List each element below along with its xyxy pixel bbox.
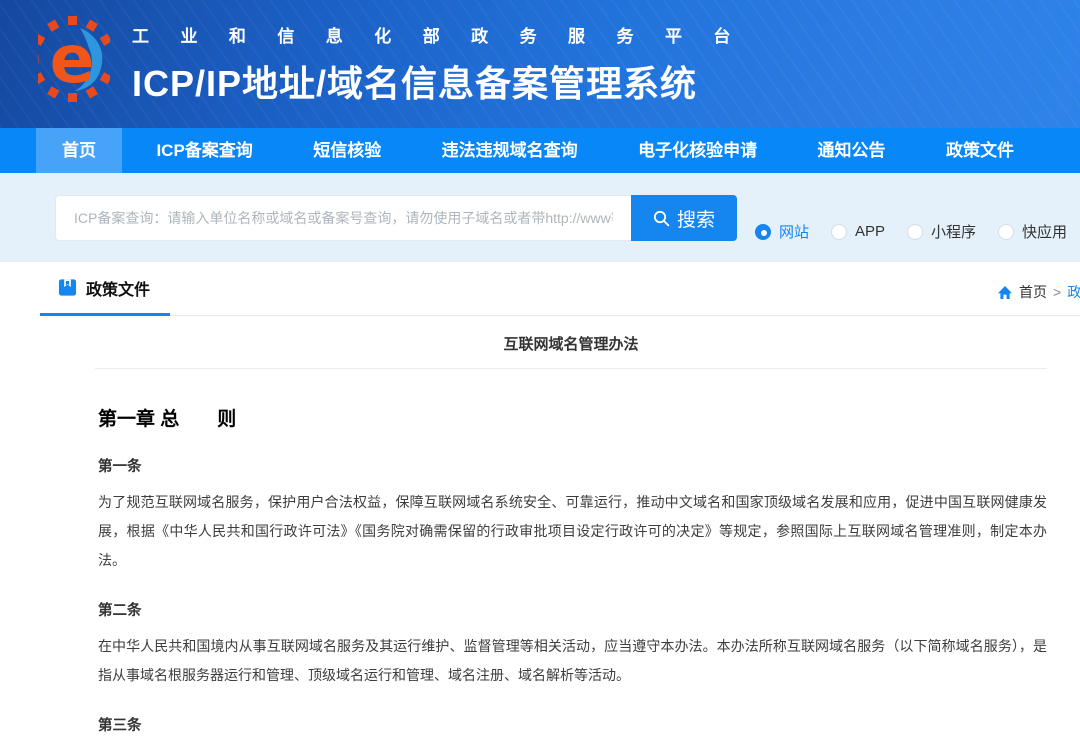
law-article-heading: 第一条 bbox=[98, 455, 1047, 476]
home-icon bbox=[997, 285, 1013, 300]
site-header: e 工业和信息化部政务服务平台 ICP/IP地址/域名信息备案管理系统 bbox=[0, 0, 1080, 128]
radio-unselected-icon bbox=[831, 224, 847, 240]
search-button[interactable]: 搜索 bbox=[631, 195, 737, 241]
title-divider bbox=[95, 368, 1047, 369]
chapter-heading: 第一章 总 则 bbox=[98, 404, 1047, 431]
search-section: 搜索 网站 APP 小程序 快应用 bbox=[0, 173, 1080, 262]
policy-article: 互联网域名管理办法 第一章 总 则 第一条 为了规范互联网域名服务，保护用户合法… bbox=[95, 316, 1080, 753]
section-header: 政策文件 首页 > 政策文件 bbox=[0, 262, 1080, 316]
breadcrumb-home-link[interactable]: 首页 bbox=[1019, 282, 1047, 302]
content-area: 政策文件 首页 > 政策文件 互联网域名管理办法 第一章 总 则 第一条 为了规… bbox=[0, 262, 1080, 753]
radio-option-miniprogram[interactable]: 小程序 bbox=[907, 221, 976, 242]
law-article-body: 在中华人民共和国境内从事互联网域名服务及其运行维护、监督管理等相关活动，应当遵守… bbox=[98, 632, 1047, 690]
radio-unselected-icon bbox=[998, 224, 1014, 240]
section-title: 政策文件 bbox=[86, 276, 150, 300]
radio-selected-icon bbox=[755, 224, 771, 240]
radio-option-website[interactable]: 网站 bbox=[755, 221, 809, 242]
law-article-heading: 第三条 bbox=[98, 714, 1047, 735]
book-icon bbox=[58, 278, 77, 297]
law-article-2: 第二条 在中华人民共和国境内从事互联网域名服务及其运行维护、监督管理等相关活动，… bbox=[95, 599, 1047, 690]
nav-item-icp-query[interactable]: ICP备案查询 bbox=[130, 128, 278, 173]
search-button-label: 搜索 bbox=[677, 205, 715, 232]
nav-item-e-verify-apply[interactable]: 电子化核验申请 bbox=[612, 128, 783, 173]
page: e 工业和信息化部政务服务平台 ICP/IP地址/域名信息备案管理系统 首页 I… bbox=[0, 0, 1080, 753]
breadcrumb-current[interactable]: 政策文件 bbox=[1067, 282, 1080, 302]
law-article-body: 为了规范互联网域名服务，保护用户合法权益，保障互联网域名系统安全、可靠运行，推动… bbox=[98, 488, 1047, 575]
section-divider bbox=[40, 315, 1080, 316]
header-titles: 工业和信息化部政务服务平台 ICP/IP地址/域名信息备案管理系统 bbox=[132, 22, 762, 107]
search-input[interactable] bbox=[55, 195, 631, 241]
system-title: ICP/IP地址/域名信息备案管理系统 bbox=[132, 55, 762, 107]
law-article-3: 第三条 工业和信息化部对全国的域名服务实施监督管理，主要职责是：（一）制定互联网… bbox=[95, 714, 1047, 753]
breadcrumb-separator: > bbox=[1053, 284, 1061, 300]
breadcrumb: 首页 > 政策文件 bbox=[997, 282, 1080, 302]
nav-item-sms-verify[interactable]: 短信核验 bbox=[287, 128, 407, 173]
law-article-body: 工业和信息化部对全国的域名服务实施监督管理，主要职责是：（一）制定互联网域名管理… bbox=[98, 747, 1047, 753]
magnifier-icon bbox=[653, 210, 670, 227]
platform-title: 工业和信息化部政务服务平台 bbox=[132, 22, 762, 47]
nav-item-home[interactable]: 首页 bbox=[36, 128, 122, 173]
law-article-1: 第一条 为了规范互联网域名服务，保护用户合法权益，保障互联网域名系统安全、可靠运… bbox=[95, 455, 1047, 575]
radio-unselected-icon bbox=[907, 224, 923, 240]
nav-item-notices[interactable]: 通知公告 bbox=[792, 128, 912, 173]
search-type-options: 网站 APP 小程序 快应用 bbox=[755, 221, 1080, 242]
tab-policy-files[interactable]: 政策文件 bbox=[40, 262, 170, 316]
radio-option-app[interactable]: APP bbox=[831, 223, 885, 240]
miit-gear-e-logo-icon: e bbox=[38, 14, 110, 114]
radio-option-quickapp[interactable]: 快应用 bbox=[998, 221, 1067, 242]
nav-item-policy-files[interactable]: 政策文件 bbox=[920, 128, 1040, 173]
article-title: 互联网域名管理办法 bbox=[95, 316, 1047, 368]
law-article-heading: 第二条 bbox=[98, 599, 1047, 620]
svg-text:e: e bbox=[50, 21, 95, 98]
main-nav: 首页 ICP备案查询 短信核验 违法违规域名查询 电子化核验申请 通知公告 政策… bbox=[0, 128, 1080, 173]
nav-item-illegal-domain-query[interactable]: 违法违规域名查询 bbox=[416, 128, 604, 173]
